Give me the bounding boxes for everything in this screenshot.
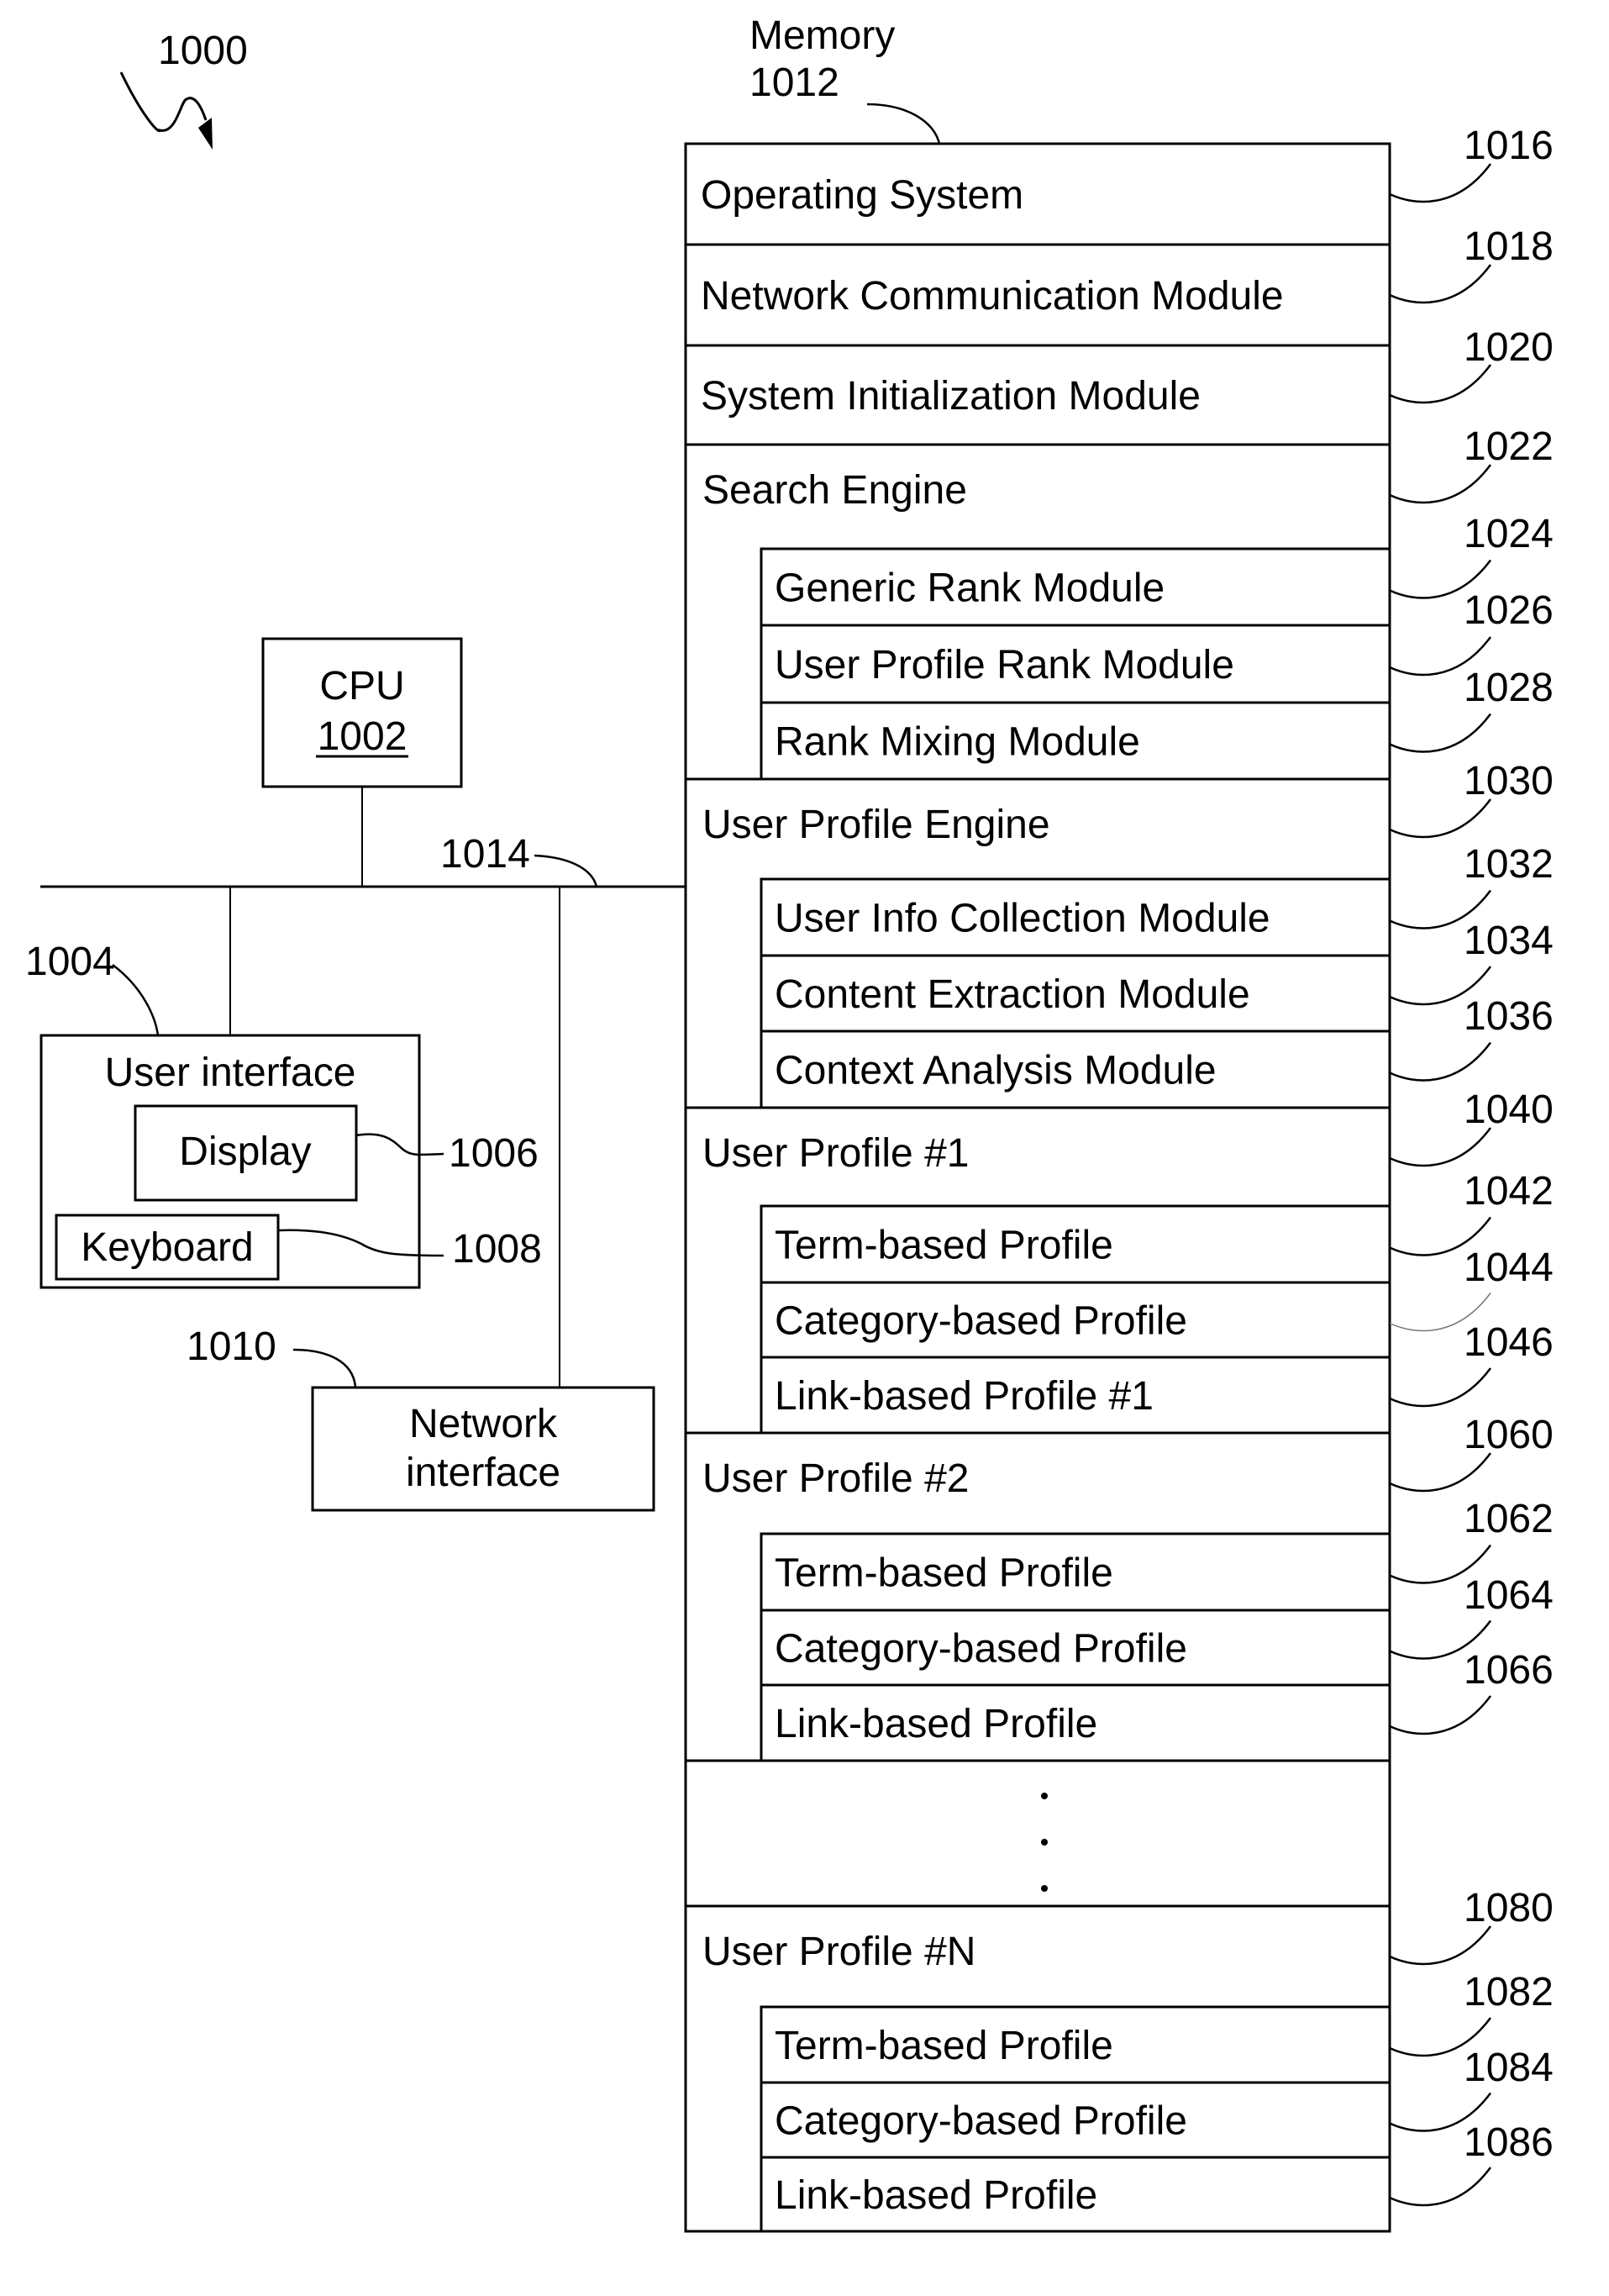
memory-subsection-ref: 1046 <box>1464 1320 1554 1365</box>
cpu-ref: 1002 <box>318 714 408 759</box>
memory-section-ref: 1030 <box>1464 759 1554 803</box>
memory-ref-leader <box>866 103 941 145</box>
memory-subsection-label: Context Analysis Module <box>775 1049 1217 1093</box>
network-interface-block: 1010 Network interface <box>187 1324 655 1512</box>
memory-subsection-ref: 1042 <box>1464 1169 1554 1214</box>
memory-subsection-label: Rank Mixing Module <box>775 720 1140 765</box>
bus-ref-leader <box>534 854 598 887</box>
memory-section-ref: 1080 <box>1464 1886 1554 1930</box>
memory-subsection-ref: 1024 <box>1464 512 1554 556</box>
memory-section-label: Operating System <box>701 173 1023 218</box>
memory-subsection-ref: 1028 <box>1464 666 1554 710</box>
memory-subsection-label: User Profile Rank Module <box>775 643 1234 687</box>
memory-subsection-ref: 1082 <box>1464 1970 1554 2014</box>
memory-subsection-ref: 1062 <box>1464 1497 1554 1541</box>
memory-subsection-label: Content Extraction Module <box>775 972 1250 1017</box>
memory-subsection-label: Link-based Profile #1 <box>775 1374 1154 1419</box>
cpu-box <box>261 637 463 788</box>
keyboard-label: Keyboard <box>81 1225 253 1270</box>
netif-label-line2: interface <box>406 1451 560 1495</box>
memory-subsection-label: Link-based Profile <box>775 2173 1097 2218</box>
memory-section-label: User Profile #1 <box>702 1131 969 1176</box>
ellipsis-dot-icon <box>1041 1885 1048 1892</box>
memory-subsection-ref: 1086 <box>1464 2120 1554 2165</box>
memory-subsection-label: Generic Rank Module <box>775 566 1165 611</box>
ui-label: User interface <box>105 1051 356 1095</box>
memory-section-label: System Initialization Module <box>701 374 1201 419</box>
memory-section-ref-leader <box>1389 798 1492 839</box>
memory-subsection-ref: 1066 <box>1464 1648 1554 1693</box>
bus-ref: 1014 <box>440 832 530 877</box>
memory-section-ref-leader <box>1389 1452 1492 1493</box>
memory-subsection-ref-leader <box>1389 713 1492 753</box>
display-label: Display <box>179 1130 311 1174</box>
memory-subsection-label: Term-based Profile <box>775 1224 1113 1268</box>
ellipsis-dot-icon <box>1041 1839 1048 1846</box>
memory-section-ref-leader <box>1389 1925 1492 1966</box>
memory-ref: 1012 <box>749 61 839 105</box>
netif-label-line1: Network <box>409 1402 558 1446</box>
netif-ref-leader <box>292 1348 357 1388</box>
memory-section-ref: 1022 <box>1464 424 1554 469</box>
memory-subsection-ref-leader <box>1389 2167 1492 2207</box>
memory-subsection-ref: 1036 <box>1464 994 1554 1039</box>
memory-block: Memory 1012 Operating System 1016 Network … <box>684 13 1554 2233</box>
memory-subsection-ref-leader <box>1389 1041 1492 1082</box>
cpu-label: CPU <box>319 664 404 708</box>
memory-subsection-ref-leader <box>1389 1695 1492 1735</box>
arrowhead-icon <box>198 118 213 150</box>
memory-section-ref-leader <box>1389 464 1492 504</box>
memory-subsection-label: Link-based Profile <box>775 1702 1097 1746</box>
memory-subsection-label: Term-based Profile <box>775 2024 1113 2068</box>
memory-subsection-ref-leader <box>1389 1367 1492 1408</box>
memory-subsection-label: Category-based Profile <box>775 2099 1187 2144</box>
memory-rows: Operating System 1016 Network Communicatio… <box>684 124 1554 2233</box>
figure-ref-group: 1000 <box>119 29 248 150</box>
ellipsis-dot-icon <box>1041 1793 1048 1799</box>
memory-section-label: User Profile #N <box>702 1930 975 1974</box>
figure-ref-label: 1000 <box>158 29 248 73</box>
memory-section-label: User Profile #2 <box>702 1456 969 1501</box>
memory-section-box <box>684 1759 1391 1908</box>
memory-subsection-ref: 1032 <box>1464 842 1554 887</box>
display-ref: 1006 <box>449 1131 539 1176</box>
memory-section-label: Search Engine <box>702 468 967 513</box>
memory-section-ref: 1018 <box>1464 224 1554 269</box>
figure-squiggle-arrow <box>119 71 208 133</box>
keyboard-ref: 1008 <box>452 1227 542 1272</box>
netif-ref: 1010 <box>187 1324 276 1369</box>
cpu-block: CPU 1002 <box>261 637 463 887</box>
ui-ref: 1004 <box>25 940 115 984</box>
memory-subsection-label: Term-based Profile <box>775 1551 1113 1596</box>
memory-subsection-ref: 1064 <box>1464 1573 1554 1618</box>
user-interface-block: 1004 User interface Display 1006 Keyboar… <box>25 940 542 1289</box>
memory-label: Memory <box>749 13 895 58</box>
memory-section-ref-leader <box>1389 163 1492 203</box>
memory-section-ref-leader <box>1389 1127 1492 1167</box>
memory-subsection-ref: 1034 <box>1464 919 1554 963</box>
memory-subsection-ref: 1026 <box>1464 588 1554 633</box>
memory-subsection-ref: 1044 <box>1464 1245 1554 1290</box>
memory-section-ref: 1016 <box>1464 124 1554 168</box>
memory-subsection-label: Category-based Profile <box>775 1299 1187 1344</box>
memory-section-label: Network Communication Module <box>701 274 1284 319</box>
memory-section-ref: 1060 <box>1464 1413 1554 1457</box>
memory-section-ref-leader <box>1389 364 1492 404</box>
memory-subsection-label: Category-based Profile <box>775 1627 1187 1672</box>
memory-section-ref: 1040 <box>1464 1087 1554 1132</box>
memory-section-ref: 1020 <box>1464 325 1554 370</box>
memory-section-ref-leader <box>1389 264 1492 304</box>
memory-section-label: User Profile Engine <box>702 803 1050 847</box>
memory-subsection-ref: 1084 <box>1464 2046 1554 2090</box>
memory-subsection-label: User Info Collection Module <box>775 897 1270 941</box>
system-block-diagram: 1000 CPU 1002 1014 1004 User interface D… <box>25 13 1554 2233</box>
ui-ref-leader <box>112 964 160 1036</box>
